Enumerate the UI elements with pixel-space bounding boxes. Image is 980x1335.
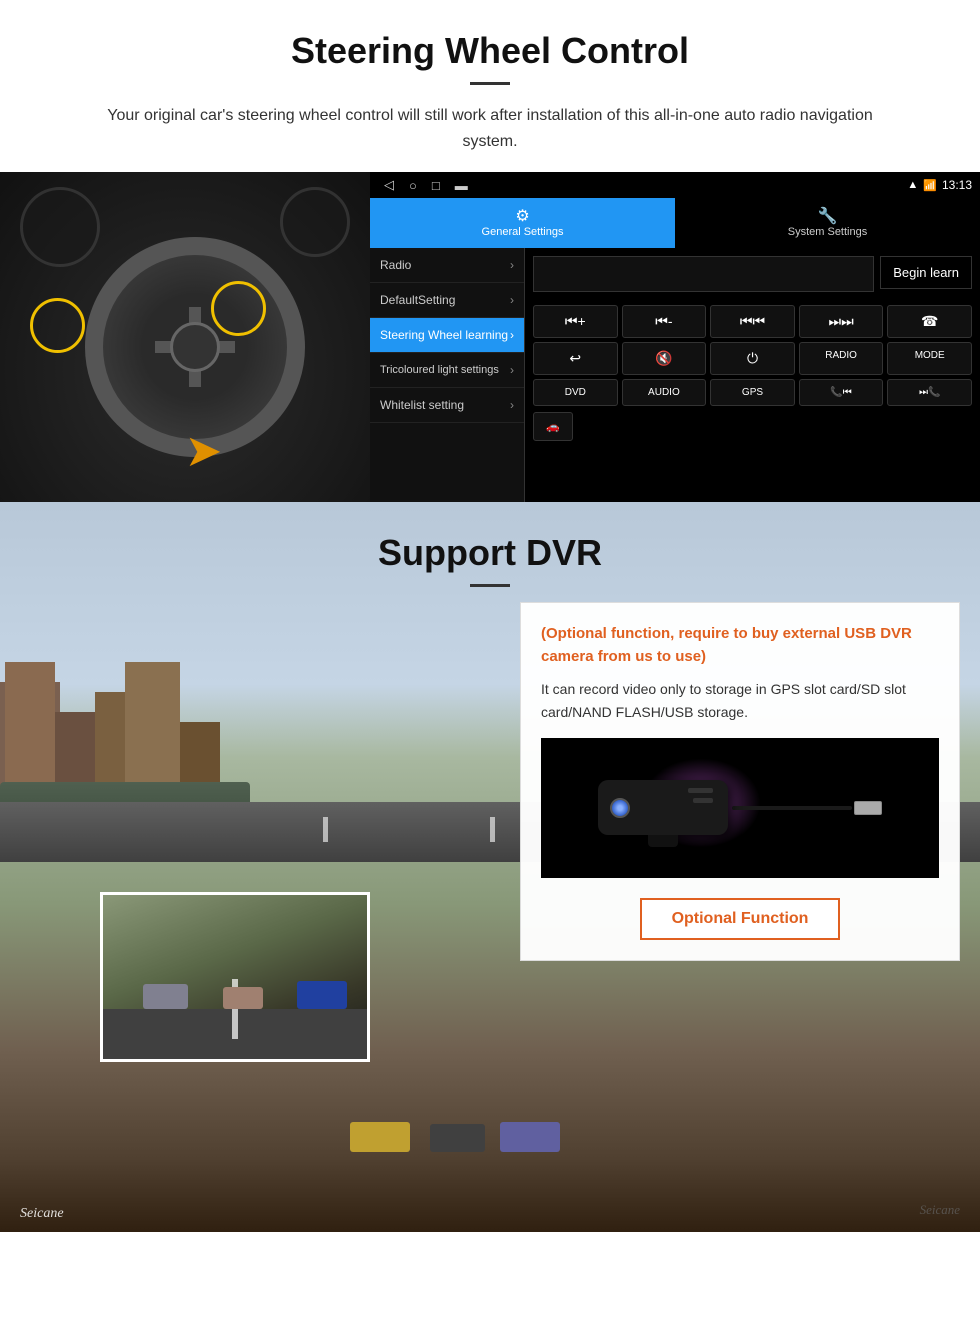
home-icon: ○ [409,178,417,193]
android-statusbar: ◁ ○ □ ▬ ▲ 📶 13:13 [370,172,980,198]
ctrl-mute[interactable]: 🔇 [622,342,707,375]
section-dvr: Support DVR (Optional function, require … [0,502,980,1232]
settings-menu-left: Radio › DefaultSetting › Steering Wheel … [370,248,525,502]
dvr-title: Support DVR [0,532,980,574]
optional-function-button[interactable]: Optional Function [640,898,841,940]
ctrl-extra[interactable]: 🚗 [533,412,573,441]
bottom-icon-row: 🚗 [533,412,972,441]
ctrl-next-track[interactable]: ⏭⏭ [799,305,884,338]
android-tabs: ⚙ General Settings 🔧 System Settings [370,198,980,248]
arrow-icon: › [510,258,514,272]
steering-composite: ➤ ◁ ○ □ ▬ ▲ 📶 13:13 ⚙ General Settings [0,172,980,502]
ctrl-mode[interactable]: MODE [887,342,972,375]
ctrl-phone[interactable]: ☎ [887,305,972,338]
dvr-title-divider [470,584,510,587]
arrow-icon: › [510,328,514,342]
control-buttons-grid: ⏮+ ⏮- ⏮⏮ ⏭⏭ ☎ ↩ 🔇 ⏻ RADIO MODE DVD AUDIO… [533,305,972,406]
ctrl-power[interactable]: ⏻ [710,342,795,375]
left-button-highlight [30,298,85,353]
android-ui-panel: ◁ ○ □ ▬ ▲ 📶 13:13 ⚙ General Settings 🔧 S… [370,172,980,502]
dvr-desc-text: It can record video only to storage in G… [541,678,939,723]
learn-input-area [533,256,874,292]
section-steering-wheel: Steering Wheel Control Your original car… [0,0,980,154]
ctrl-prev-call[interactable]: 📞⏮ [799,379,884,406]
wifi-icon: 📶 [923,179,937,192]
menu-item-steering[interactable]: Steering Wheel learning › [370,318,524,353]
menu-icon: ▬ [455,178,468,193]
system-icon: 🔧 [679,206,976,226]
ctrl-vol-down[interactable]: ⏮- [622,305,707,338]
ctrl-prev-track[interactable]: ⏮⏮ [710,305,795,338]
settings-menu-area: Radio › DefaultSetting › Steering Wheel … [370,248,980,502]
page-title: Steering Wheel Control [40,30,940,72]
dvr-info-box: (Optional function, require to buy exter… [520,602,960,961]
statusbar-time: 13:13 [942,178,972,192]
dvr-camera-image [541,738,939,878]
settings-gear-icon: ⚙ [374,206,671,226]
recents-icon: □ [432,178,440,193]
tab-general-settings[interactable]: ⚙ General Settings [370,198,675,248]
menu-item-defaultsetting[interactable]: DefaultSetting › [370,283,524,318]
nav-bar: ◁ ○ □ ▬ [378,175,474,195]
steering-wheel-image: ➤ [0,172,370,502]
dvr-optional-text: (Optional function, require to buy exter… [541,623,939,668]
ctrl-dvd[interactable]: DVD [533,379,618,406]
subtitle-text: Your original car's steering wheel contr… [80,103,900,154]
dvr-preview-image [100,892,370,1062]
begin-learn-button[interactable]: Begin learn [880,256,972,289]
ctrl-next-call[interactable]: ⏭📞 [887,379,972,406]
ctrl-gps[interactable]: GPS [710,379,795,406]
ctrl-hang-up[interactable]: ↩ [533,342,618,375]
back-icon: ◁ [384,177,394,193]
menu-item-whitelist[interactable]: Whitelist setting › [370,388,524,423]
menu-item-radio[interactable]: Radio › [370,248,524,283]
arrow-icon: › [510,398,514,412]
ctrl-vol-up[interactable]: ⏮+ [533,305,618,338]
optional-function-container: Optional Function [541,893,939,940]
arrow-icon: › [510,363,514,377]
settings-menu-right: Begin learn ⏮+ ⏮- ⏮⏮ ⏭⏭ ☎ ↩ 🔇 ⏻ RADIO MO… [525,248,980,502]
arrow-indicator: ➤ [185,424,223,477]
signal-icon: ▲ [907,179,918,191]
dvr-section-header: Support DVR [0,502,980,597]
ctrl-radio[interactable]: RADIO [799,342,884,375]
tab-system-settings[interactable]: 🔧 System Settings [675,198,980,248]
ctrl-audio[interactable]: AUDIO [622,379,707,406]
arrow-icon: › [510,293,514,307]
right-button-highlight [211,281,266,336]
seicane-watermark-1: Seicane [20,1206,64,1222]
begin-learn-row: Begin learn [533,256,972,297]
menu-item-tricoloured[interactable]: Tricoloured light settings › [370,353,524,388]
seicane-watermark-2: Seicane [920,1202,960,1218]
title-divider [470,82,510,85]
